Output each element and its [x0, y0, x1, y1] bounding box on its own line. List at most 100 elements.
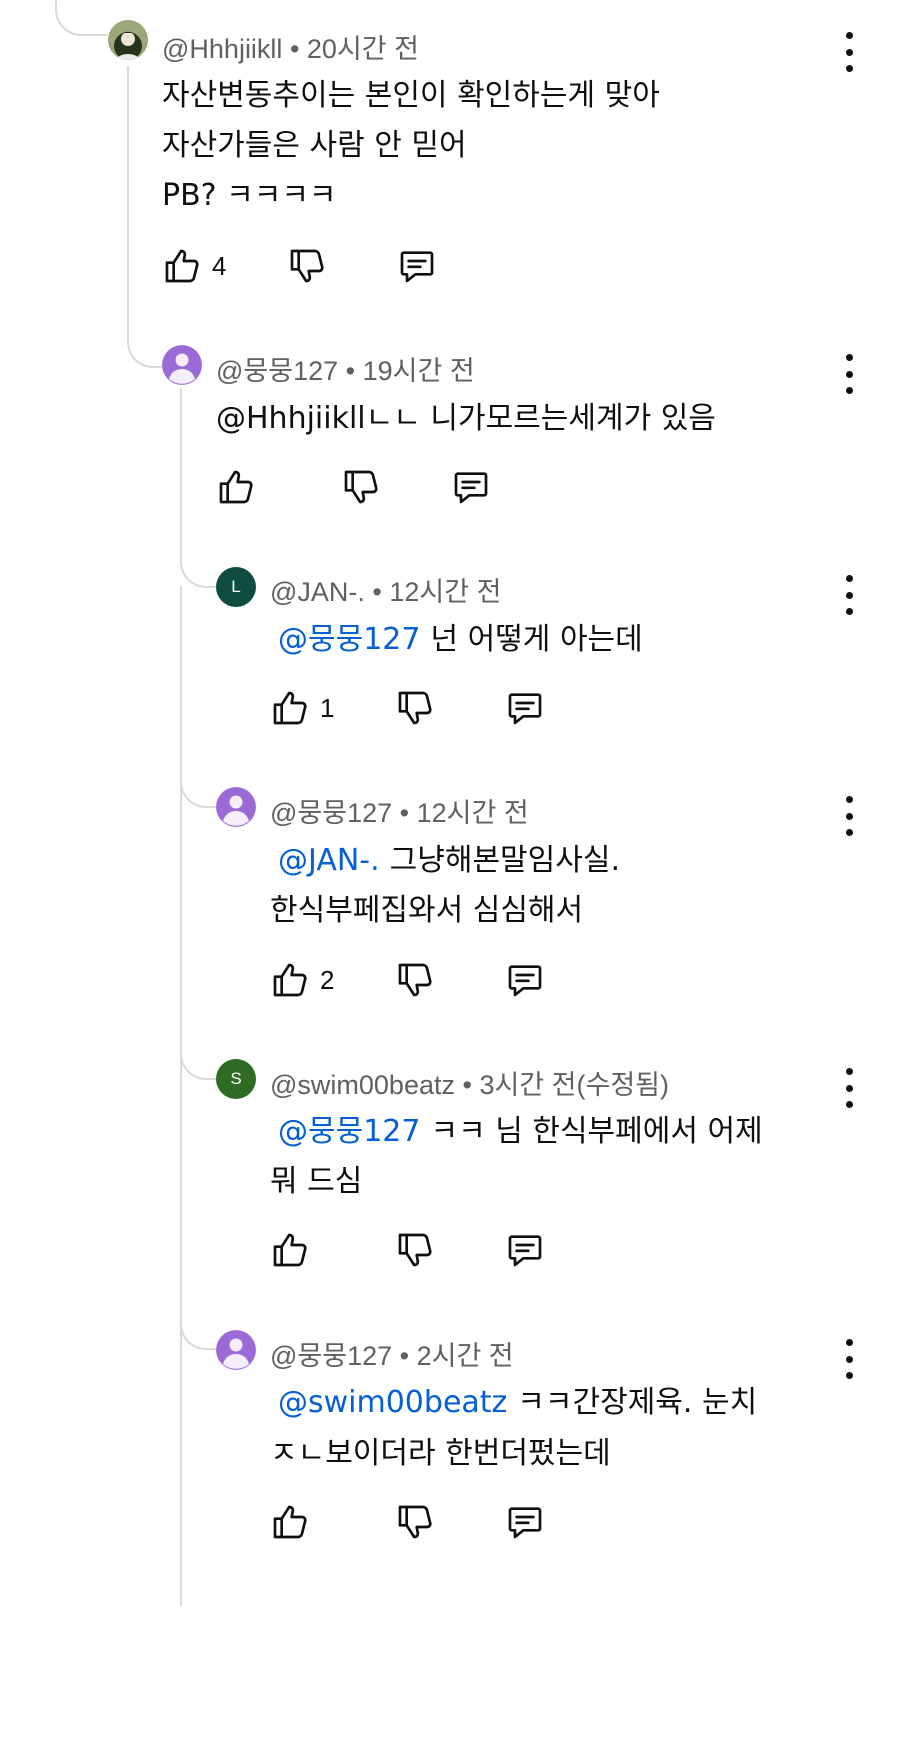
reply-icon: [505, 960, 545, 1000]
comment-text: 뭐 드심: [270, 1164, 363, 1199]
like-button[interactable]: [216, 467, 256, 507]
more-vert-icon[interactable]: [837, 1339, 861, 1379]
dislike-button[interactable]: [395, 960, 435, 1000]
kebab-dot: [845, 1101, 853, 1108]
comment-text: 넌 어떻게 아는데: [430, 622, 643, 657]
thread-connector-line: [180, 540, 216, 588]
reply-button[interactable]: [505, 960, 545, 1000]
comment-author[interactable]: @뭉뭉127: [216, 356, 338, 386]
avatar[interactable]: [108, 20, 148, 60]
reply-icon: [505, 688, 545, 728]
like-button[interactable]: [270, 1230, 310, 1270]
comment-text: ㅈㄴ보이더라 한번더펐는데: [270, 1436, 611, 1471]
comment-text: 자산변동추이는 본인이 확인하는게 맞아: [162, 78, 660, 113]
mention-link[interactable]: @JAN-.: [278, 843, 380, 878]
default-avatar-icon: [162, 345, 202, 385]
comment-time[interactable]: 12시간 전: [389, 577, 501, 607]
more-vert-icon[interactable]: [837, 1068, 861, 1108]
comment-meta: @swim00beatz • 3시간 전(수정됨): [270, 1063, 669, 1102]
comment-text-line: 한식부페집와서 심심해서: [270, 885, 583, 929]
avatar[interactable]: S: [216, 1059, 256, 1099]
thread-connector-line: [180, 388, 182, 543]
thumb-down-icon: [395, 688, 435, 728]
comment-text: 그냥해본말임사실.: [389, 843, 620, 878]
kebab-dot: [845, 65, 853, 72]
like-count: 2: [320, 964, 335, 995]
kebab-dot: [845, 829, 853, 836]
more-vert-icon[interactable]: [837, 32, 861, 72]
avatar[interactable]: [162, 345, 202, 385]
like-button[interactable]: 2: [270, 960, 334, 1000]
comment-author[interactable]: @Hhhjiikll: [162, 34, 282, 64]
reply-icon: [451, 467, 491, 507]
more-vert-icon[interactable]: [837, 354, 861, 394]
dislike-button[interactable]: [341, 467, 381, 507]
meta-separator: •: [454, 1070, 480, 1100]
dislike-button[interactable]: [395, 688, 435, 728]
comment-author[interactable]: @swim00beatz: [270, 1070, 455, 1100]
kebab-dot: [845, 1372, 853, 1379]
comment-meta: @뭉뭉127 • 2시간 전: [270, 1334, 514, 1373]
default-avatar-icon: [216, 787, 256, 827]
like-button[interactable]: 1: [270, 688, 334, 728]
comment-meta: @뭉뭉127 • 12시간 전: [270, 791, 529, 830]
kebab-dot: [845, 812, 853, 820]
kebab-dot: [845, 354, 853, 361]
reply-button[interactable]: [505, 688, 545, 728]
comment-time[interactable]: 12시간 전: [417, 798, 529, 828]
thread-connector-line: [55, 0, 107, 36]
comment-text-line: ㅈㄴ보이더라 한번더펐는데: [270, 1428, 611, 1472]
like-count: 1: [320, 692, 335, 723]
thumb-up-icon: [270, 960, 310, 1000]
avatar[interactable]: [216, 1330, 256, 1370]
mention-link[interactable]: @뭉뭉127: [278, 1114, 420, 1149]
dislike-button[interactable]: [287, 246, 327, 286]
dislike-button[interactable]: [395, 1502, 435, 1542]
reply-button[interactable]: [451, 467, 491, 507]
comment-author[interactable]: @JAN-.: [270, 577, 365, 607]
kebab-dot: [845, 591, 853, 599]
comment-text: ㅋㅋ 님 한식부페에서 어제: [430, 1114, 763, 1149]
comment-time[interactable]: 3시간 전(수정됨): [479, 1070, 669, 1100]
reply-button[interactable]: [505, 1502, 545, 1542]
thumb-down-icon: [395, 960, 435, 1000]
meta-separator: •: [392, 1341, 417, 1371]
reply-button[interactable]: [397, 246, 437, 286]
comment-meta: @뭉뭉127 • 19시간 전: [216, 349, 475, 388]
like-button[interactable]: 4: [162, 246, 226, 286]
thumb-up-icon: [270, 1230, 310, 1270]
comment-text-line: 뭐 드심: [270, 1156, 362, 1200]
comment-text-line: @swim00beatz ㅋㅋ간장제육. 눈치: [278, 1377, 757, 1421]
thumb-up-icon: [162, 246, 202, 286]
comment-text-line: @뭉뭉127 넌 어떻게 아는데: [278, 614, 643, 658]
more-vert-icon[interactable]: [837, 575, 861, 615]
comment-time[interactable]: 19시간 전: [363, 356, 475, 386]
comment-text: 자산가들은 사람 안 믿어: [162, 128, 467, 163]
comment-author[interactable]: @뭉뭉127: [270, 798, 392, 828]
default-avatar-icon: [216, 1330, 256, 1370]
like-count: 4: [212, 250, 227, 281]
thread-connector-line: [180, 1302, 216, 1350]
avatar-letter: L: [231, 577, 241, 596]
comment-time[interactable]: 2시간 전: [417, 1341, 514, 1371]
kebab-dot: [845, 608, 853, 615]
more-vert-icon[interactable]: [837, 796, 861, 836]
comment-author[interactable]: @뭉뭉127: [270, 1341, 392, 1371]
avatar[interactable]: L: [216, 567, 256, 607]
comment-time[interactable]: 20시간 전: [307, 34, 419, 64]
meta-separator: •: [282, 34, 307, 64]
thread-connector-line: [180, 1032, 216, 1080]
mention-link[interactable]: @swim00beatz: [278, 1385, 507, 1420]
comment-text-line: @뭉뭉127 ㅋㅋ 님 한식부페에서 어제: [278, 1106, 763, 1150]
mention-link[interactable]: @뭉뭉127: [278, 622, 420, 657]
comment-text-line: @JAN-. 그냥해본말임사실.: [278, 835, 620, 879]
avatar[interactable]: [216, 787, 256, 827]
kebab-dot: [845, 1084, 853, 1092]
like-button[interactable]: [270, 1502, 310, 1542]
thumb-down-icon: [287, 246, 327, 286]
thumb-up-icon: [270, 688, 310, 728]
thread-connector-line: [180, 586, 182, 1606]
dislike-button[interactable]: [395, 1230, 435, 1270]
reply-button[interactable]: [505, 1230, 545, 1270]
kebab-dot: [845, 1355, 853, 1363]
